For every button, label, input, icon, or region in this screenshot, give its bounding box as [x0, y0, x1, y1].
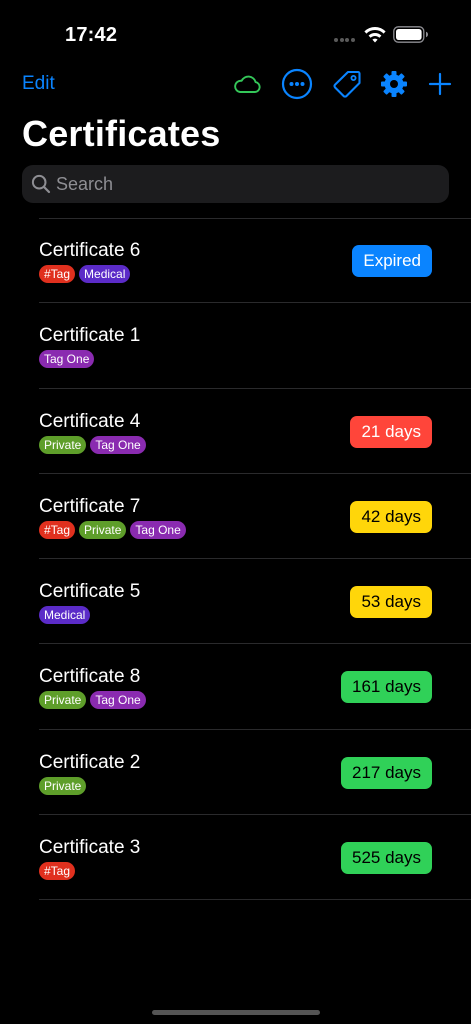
certificate-list: Certificate 6 #Tag Medical Expired Certifica… [0, 218, 471, 901]
certificate-row[interactable]: Certificate 1 Tag One [39, 303, 471, 389]
wifi-icon [364, 27, 386, 43]
certificate-name: Certificate 8 [39, 666, 141, 688]
tag-chip: Private [79, 520, 127, 539]
certificate-row[interactable]: Certificate 4 Private Tag One 21 days [39, 389, 471, 474]
certificate-name: Certificate 4 [39, 410, 141, 432]
gear-icon[interactable] [378, 68, 410, 100]
tag-list: Private Tag One [39, 435, 146, 454]
tag-chip: Private [39, 776, 87, 795]
tag-list: #Tag Private Tag One [39, 520, 186, 539]
cellular-icon [334, 38, 358, 44]
expiry-badge: 21 days [350, 415, 432, 448]
certificate-name: Certificate 7 [39, 495, 141, 517]
status-bar: 17:42 [0, 0, 471, 60]
certificate-row[interactable]: Certificate 8 Private Tag One 161 days [39, 644, 471, 730]
certificate-row[interactable]: Certificate 3 #Tag 525 days [39, 815, 471, 901]
tag-chip: #Tag [39, 520, 76, 539]
tag-chip: Private [39, 691, 87, 710]
certificate-name: Certificate 2 [39, 751, 141, 773]
tag-chip: Tag One [39, 350, 95, 369]
cloud-icon[interactable] [231, 68, 263, 100]
certificate-row[interactable]: Certificate 7 #Tag Private Tag One 42 days [39, 474, 471, 560]
expiry-badge: 217 days [341, 756, 432, 789]
tag-chip: Tag One [90, 435, 146, 454]
plus-icon[interactable] [424, 68, 456, 100]
certificate-name: Certificate 1 [39, 325, 141, 347]
tag-chip: Tag One [130, 520, 186, 539]
tag-list: Private [39, 776, 87, 795]
search-field[interactable] [22, 165, 449, 203]
tag-chip: Medical [79, 265, 131, 283]
battery-icon [393, 26, 428, 43]
certificate-name: Certificate 5 [39, 581, 141, 603]
tag-chip: #Tag [39, 862, 76, 881]
expiry-badge: 42 days [350, 500, 432, 533]
certificate-row[interactable]: Certificate 2 Private 217 days [39, 730, 471, 816]
page-title: Certificates [22, 113, 221, 154]
tag-list: Medical [39, 606, 91, 625]
tag-chip: Private [39, 435, 87, 454]
tag-chip: Tag One [90, 691, 146, 710]
tag-list: Tag One [39, 350, 95, 369]
expiry-badge: Expired [352, 245, 432, 277]
tag-list: #Tag [39, 862, 76, 881]
tag-list: Private Tag One [39, 691, 146, 710]
search-input[interactable] [56, 165, 436, 203]
more-icon[interactable] [281, 68, 313, 100]
screen: 17:42 Edit Certificates Search Certifica… [0, 0, 471, 1024]
expiry-badge: 525 days [341, 842, 432, 875]
certificate-row[interactable]: Certificate 6 #Tag Medical Expired [39, 218, 471, 304]
tag-chip: #Tag [39, 265, 76, 283]
edit-button[interactable]: Edit [22, 73, 55, 95]
certificate-name: Certificate 3 [39, 837, 141, 859]
tag-chip: Medical [39, 606, 91, 625]
expiry-badge: 161 days [341, 671, 432, 704]
expiry-badge: 53 days [350, 586, 432, 619]
search-icon [31, 174, 51, 194]
tag-icon[interactable] [331, 68, 363, 100]
certificate-name: Certificate 6 [39, 240, 141, 261]
tag-list: #Tag Medical [39, 265, 131, 283]
home-indicator[interactable] [152, 1010, 320, 1015]
status-time: 17:42 [65, 24, 118, 46]
certificate-row[interactable]: Certificate 5 Medical 53 days [39, 559, 471, 645]
